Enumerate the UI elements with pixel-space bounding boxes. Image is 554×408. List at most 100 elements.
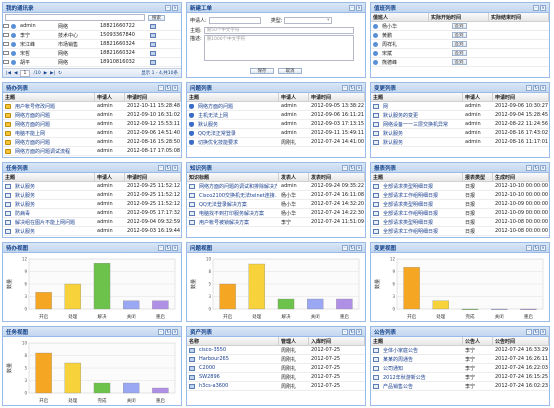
type-select[interactable]: ▾	[284, 16, 333, 24]
sign-in-button[interactable]: 签到	[451, 50, 467, 56]
row-title-link[interactable]: C2000	[197, 365, 217, 371]
col-header[interactable]: 名称	[187, 337, 279, 345]
refresh-icon[interactable]: ↻	[165, 244, 171, 251]
col-header[interactable]: 公告人	[463, 337, 493, 345]
table-row[interactable]: 网络方面的问题 admin 2012-09-05 13:38:22	[187, 102, 365, 111]
bar[interactable]	[219, 283, 236, 310]
table-row[interactable]: 全部请求工作组明细日报 日报 2012-10-10 00:00:00	[371, 191, 549, 200]
table-row[interactable]: 默认服务 admin 2012-09-03 17:13:15	[187, 120, 365, 129]
close-icon[interactable]: ×	[356, 4, 362, 11]
table-row[interactable]: 主机无法上网 admin 2012-09-06 16:11:21	[187, 111, 365, 120]
row-title-link[interactable]: SW2896	[197, 374, 222, 380]
col-header[interactable]: 发表时间	[309, 173, 365, 181]
table-row[interactable]: 默认服务 admin 2012-09-03 16:19:44	[3, 227, 181, 236]
sign-in-button[interactable]: 签到	[451, 59, 467, 65]
table-row[interactable]: 默认服务 admin 2012-09-25 11:52:12	[3, 182, 181, 191]
bar[interactable]	[123, 300, 140, 310]
applicant-input[interactable]	[208, 16, 261, 24]
close-icon[interactable]: ×	[172, 244, 178, 251]
table-row[interactable]: 默认服务的变更 admin 2012-09-04 15:28:45	[371, 111, 549, 120]
table-row[interactable]: 杨小华 签到	[371, 22, 549, 31]
col-header[interactable]: 申请人	[279, 93, 309, 101]
table-row[interactable]: SW2896 周刚礼 2012-07-25	[187, 373, 365, 382]
row-title-link[interactable]: 某某的周通告	[381, 356, 415, 363]
table-row[interactable]: 网络方面的问题 admin 2012-08-16 15:28:50	[3, 138, 181, 147]
bar[interactable]	[491, 308, 508, 310]
row-title-link[interactable]: 网络方面的问题	[13, 139, 52, 146]
minimize-icon[interactable]: -	[526, 164, 532, 171]
bar[interactable]	[93, 382, 111, 394]
first-page-icon[interactable]: |◀	[6, 71, 11, 76]
search-button[interactable]: 搜索	[148, 14, 165, 21]
col-header[interactable]: 主题	[371, 93, 463, 101]
row-title-link[interactable]: 默认服务的变更	[381, 112, 420, 119]
row-title-link[interactable]: 解决组在图片不能上网问题	[13, 219, 77, 226]
col-header[interactable]: 实际开始时间	[429, 13, 489, 21]
row-title-link[interactable]: 主机无法上网	[196, 112, 230, 119]
sign-in-button[interactable]: 签到	[451, 32, 467, 38]
table-row[interactable]: 网络方面的问题 admin 2012-09-10 16:31:02	[3, 111, 181, 120]
bar[interactable]	[35, 292, 52, 310]
col-header[interactable]: 申请时间	[309, 93, 365, 101]
row-title-link[interactable]: 网络设备一一三层交换机异常	[381, 121, 450, 128]
table-row[interactable]: 熊德峰 签到	[371, 58, 549, 67]
table-row[interactable]: 全部请求工作组明细日报 日报 2012-10-09 00:00:00	[371, 209, 549, 218]
col-header[interactable]: 主题	[3, 173, 95, 181]
minimize-icon[interactable]: -	[526, 84, 532, 91]
close-icon[interactable]: ×	[172, 4, 178, 11]
row-title-link[interactable]: 网络方面的问题的调试和排除解决方案	[197, 183, 277, 190]
bar[interactable]	[152, 300, 169, 310]
table-row[interactable]: C2000 周刚礼 2012-07-25	[187, 364, 365, 373]
col-header[interactable]: 申请人	[463, 93, 493, 101]
table-row[interactable]: 公司通知 李宁 2012-07-24 16:22:03	[371, 364, 549, 373]
col-header[interactable]: 申请时间	[493, 93, 549, 101]
row-title-link[interactable]: 默认服务	[13, 201, 37, 208]
row-title-link[interactable]: 全部请求类型明细日报	[381, 201, 435, 208]
refresh-icon[interactable]: ↻	[533, 328, 539, 335]
cancel-button[interactable]: 取消	[278, 68, 302, 74]
row-title-link[interactable]: 默认服务	[196, 121, 220, 128]
next-page-icon[interactable]: ▶	[44, 71, 47, 76]
col-header[interactable]: 主题	[3, 93, 95, 101]
col-header[interactable]: 发表人	[279, 173, 309, 181]
col-header[interactable]: 报表类型	[463, 173, 493, 181]
refresh-icon[interactable]: ↻	[349, 328, 355, 335]
close-icon[interactable]: ×	[540, 328, 546, 335]
row-title-link[interactable]: 电脑找不到打印服务解决方案	[197, 210, 266, 217]
table-row[interactable]: h3cs-a3600 周刚礼 2012-07-25	[187, 382, 365, 391]
table-row[interactable]: 电脑找不到打印服务解决方案 杨小华 2012-07-24 14:22:30	[187, 209, 365, 218]
row-title-link[interactable]: Cisco2100交换机无法telnet连接...	[197, 192, 277, 199]
close-icon[interactable]: ×	[172, 164, 178, 171]
refresh-icon[interactable]: ↻	[349, 164, 355, 171]
minimize-icon[interactable]: -	[526, 328, 532, 335]
save-button[interactable]: 保存	[250, 68, 274, 74]
row-title-link[interactable]: 默认服务	[381, 139, 405, 146]
sign-in-button[interactable]: 签到	[451, 23, 467, 29]
row-title-link[interactable]: 网络方面的问题	[13, 112, 52, 119]
table-row[interactable]: 防病毒 admin 2012-09-05 17:17:32	[3, 209, 181, 218]
close-icon[interactable]: ×	[540, 4, 546, 11]
minimize-icon[interactable]: -	[526, 244, 532, 251]
refresh-icon[interactable]: ↻	[58, 71, 62, 76]
table-row[interactable]: 全部请求工作组明细日报 日报 2012-10-08 00:00:00	[371, 227, 549, 236]
col-header[interactable]: 申请人	[95, 93, 125, 101]
minimize-icon[interactable]: -	[342, 328, 348, 335]
col-header[interactable]: 生成时间	[493, 173, 549, 181]
row-title-link[interactable]: 全部请求类型明细日报	[381, 219, 435, 226]
bar[interactable]	[35, 352, 52, 394]
row-title-link[interactable]: 全部请求工作组明细日报	[381, 210, 440, 217]
message-icon[interactable]	[150, 50, 156, 56]
bar[interactable]	[277, 298, 295, 310]
row-title-link[interactable]: 用户帐号被锁解决方案	[197, 219, 251, 226]
row-checkbox[interactable]	[3, 51, 9, 55]
last-page-icon[interactable]: ▶|	[50, 71, 55, 76]
col-header[interactable]: 申请时间	[125, 93, 181, 101]
table-row[interactable]: 网络方面的问题调试流程 admin 2012-08-17 17:05:08	[3, 147, 181, 156]
refresh-icon[interactable]: ↻	[533, 164, 539, 171]
table-row[interactable]: 网络方面的问题的调试和排除解决方案 admin 2012-09-24 09:35:2…	[187, 182, 365, 191]
message-icon[interactable]	[150, 41, 156, 47]
row-title-link[interactable]: 电脑不能上网	[13, 130, 47, 137]
table-row[interactable]: 宋斌 签到	[371, 49, 549, 58]
refresh-icon[interactable]: ↻	[533, 84, 539, 91]
table-row[interactable]: QQ无法正常登录 admin 2012-09-11 15:49:11	[187, 129, 365, 138]
